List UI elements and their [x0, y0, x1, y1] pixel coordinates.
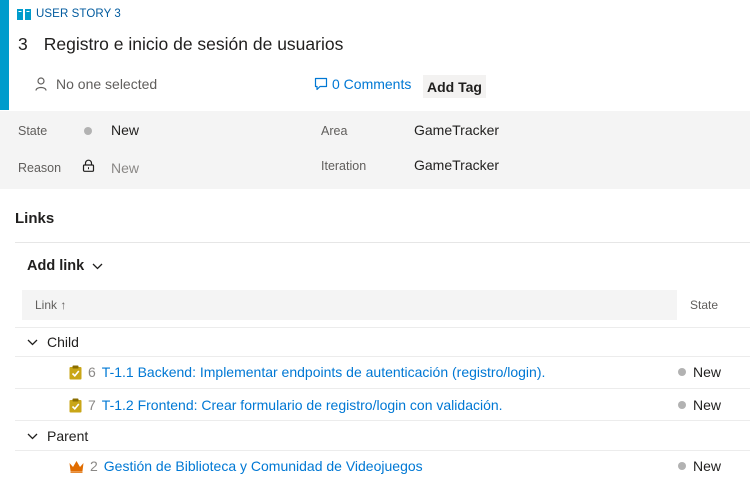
divider — [15, 420, 750, 421]
add-link-label: Add link — [27, 258, 85, 274]
work-item-link[interactable]: T-1.2 Frontend: Crear formulario de regi… — [102, 397, 503, 413]
link-column-label: Link ↑ — [35, 298, 67, 312]
status-badge: New — [678, 364, 721, 380]
link-column-header[interactable]: Link ↑ — [22, 290, 677, 320]
group-header-child[interactable]: Child — [27, 334, 79, 350]
state-dot-icon — [678, 462, 686, 470]
status-badge: New — [678, 458, 721, 474]
area-field[interactable]: GameTracker — [414, 122, 499, 138]
chevron-down-icon — [27, 433, 38, 439]
iteration-label: Iteration — [321, 159, 367, 173]
comments-link[interactable]: 0 Comments — [314, 76, 411, 92]
divider — [15, 450, 750, 451]
state-value: New — [693, 397, 722, 413]
iteration-field[interactable]: GameTracker — [414, 157, 499, 173]
work-item-type-label[interactable]: USER STORY 3 — [36, 8, 121, 20]
state-value: New — [693, 364, 722, 380]
list-item[interactable]: 7 T-1.2 Frontend: Crear formulario de re… — [69, 397, 503, 413]
person-icon — [35, 77, 47, 91]
state-dot-icon — [678, 401, 686, 409]
state-label: State — [18, 124, 48, 138]
assigned-to-value: No one selected — [56, 76, 158, 92]
chevron-down-icon — [92, 263, 103, 269]
chevron-down-icon — [27, 339, 38, 345]
work-item-type: USER STORY 3 — [17, 6, 121, 22]
assigned-to-field[interactable]: No one selected — [35, 76, 157, 92]
comment-icon — [314, 77, 328, 91]
reason-value: New — [111, 160, 140, 176]
state-dot-icon — [678, 368, 686, 376]
work-item-id: 7 — [88, 397, 96, 413]
work-item-header: USER STORY 3 3 Registro e inicio de sesi… — [0, 0, 750, 110]
divider — [15, 242, 750, 243]
state-dropdown[interactable]: New — [111, 122, 139, 138]
add-link-button[interactable]: Add link — [27, 258, 103, 274]
comments-label: 0 Comments — [332, 76, 412, 92]
work-item-id: 2 — [90, 458, 98, 474]
state-value: New — [693, 458, 722, 474]
list-item[interactable]: 2 Gestión de Biblioteca y Comunidad de V… — [69, 458, 423, 474]
divider — [15, 327, 750, 328]
book-icon — [17, 8, 31, 20]
status-badge: New — [678, 397, 721, 413]
list-item[interactable]: 6 T-1.1 Backend: Implementar endpoints d… — [69, 364, 545, 380]
divider — [15, 356, 750, 357]
state-column-header[interactable]: State — [690, 298, 718, 312]
lock-icon — [82, 159, 95, 172]
links-heading: Links — [15, 210, 55, 227]
state-dot-icon — [84, 127, 92, 135]
group-label: Child — [47, 334, 79, 350]
work-item-id: 6 — [88, 364, 96, 380]
epic-crown-icon — [69, 460, 84, 473]
add-tag-button[interactable]: Add Tag — [423, 75, 486, 98]
work-item-title[interactable]: Registro e inicio de sesión de usuarios — [44, 34, 344, 55]
task-icon — [69, 398, 82, 412]
divider — [15, 388, 750, 389]
task-icon — [69, 365, 82, 379]
work-item-link[interactable]: Gestión de Biblioteca y Comunidad de Vid… — [104, 458, 423, 474]
work-item-title-row: 3 Registro e inicio de sesión de usuario… — [18, 34, 343, 55]
group-header-parent[interactable]: Parent — [27, 428, 88, 444]
work-item-type-color-bar — [0, 0, 9, 110]
work-item-id: 3 — [18, 34, 28, 54]
area-label: Area — [321, 124, 348, 138]
reason-label: Reason — [18, 161, 62, 175]
work-item-link[interactable]: T-1.1 Backend: Implementar endpoints de … — [102, 364, 546, 380]
group-label: Parent — [47, 428, 89, 444]
work-item-fields: State New Reason New Area GameTracker It… — [0, 111, 750, 189]
